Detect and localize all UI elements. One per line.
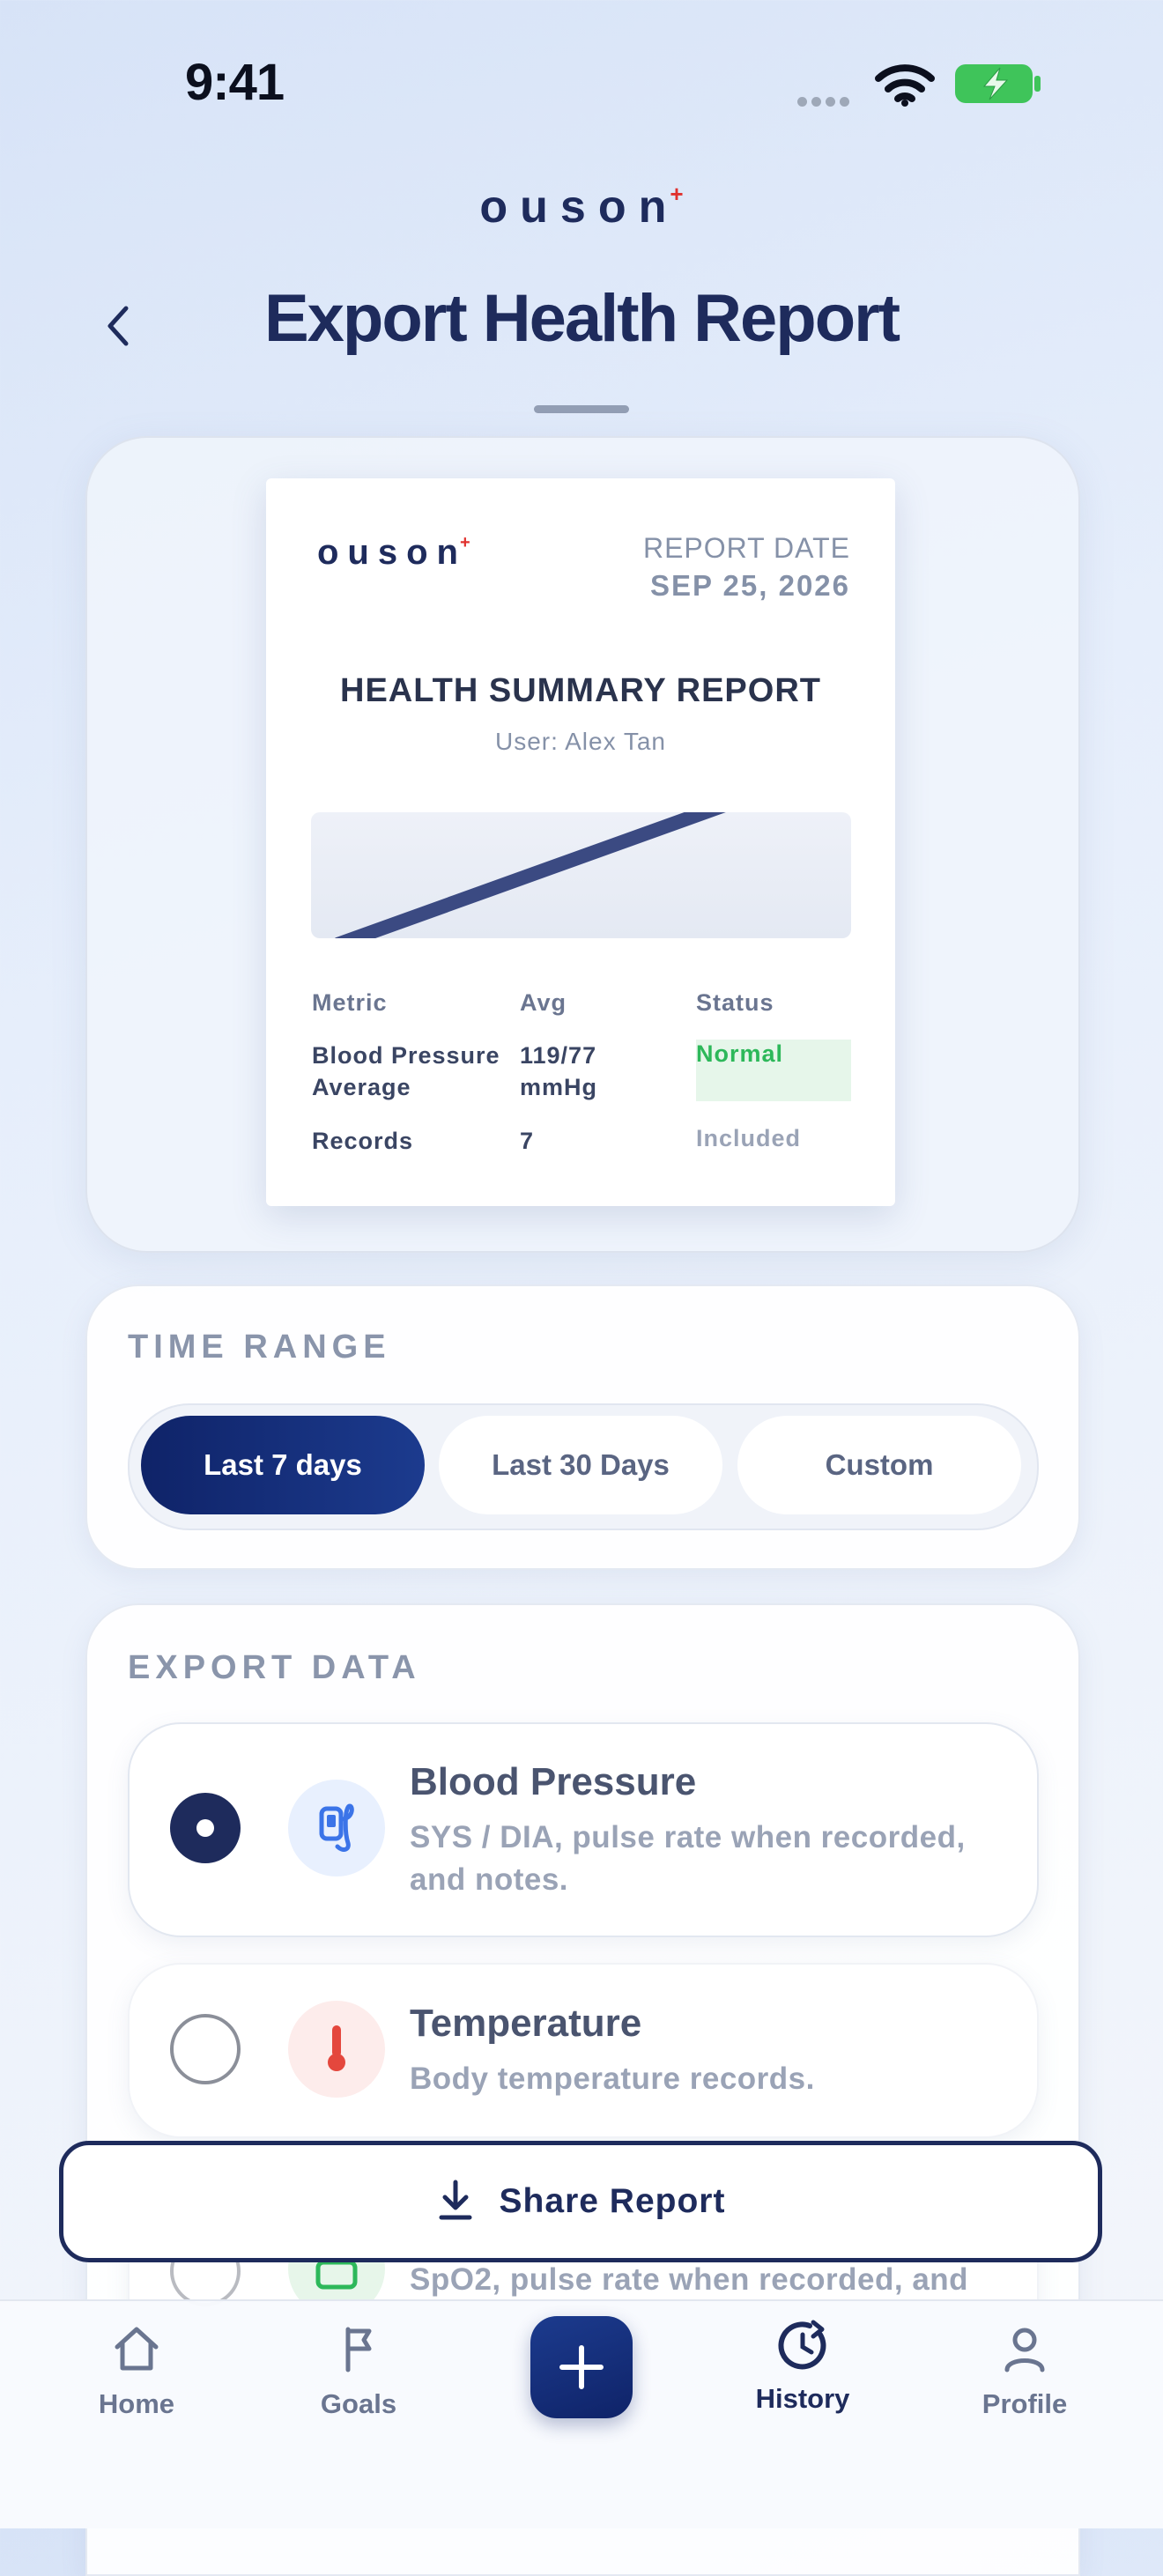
radio-temperature[interactable] (170, 2014, 241, 2084)
thermometer-icon (288, 2001, 385, 2098)
profile-icon (1004, 2328, 1045, 2372)
tab-goals[interactable]: Goals (270, 2324, 447, 2420)
table-header-avg: Avg (520, 989, 567, 1016)
radio-blood-pressure[interactable] (170, 1793, 241, 1863)
status-normal-text: Normal (696, 1040, 784, 1067)
tab-home[interactable]: Home (48, 2324, 225, 2420)
download-icon (439, 2180, 472, 2220)
page-title: Export Health Report (263, 281, 900, 356)
export-option-temperature[interactable] (128, 1963, 1039, 2138)
blood-pressure-cuff-icon (288, 1780, 385, 1876)
option-description: Body temperature records. (410, 2062, 815, 2096)
tab-profile[interactable]: Profile (937, 2324, 1113, 2420)
table-row-records-label: Records (312, 1128, 414, 1154)
share-report-button[interactable]: Share Report (59, 2141, 1102, 2262)
report-user: User: Alex Tan (494, 728, 667, 755)
flag-icon (345, 2327, 372, 2372)
status-time: 9:41 (185, 54, 285, 111)
table-header-metric: Metric (312, 989, 388, 1016)
add-record-button[interactable] (530, 2316, 633, 2418)
cellular-signal-icon (797, 95, 854, 111)
sheet-handle[interactable] (534, 405, 629, 413)
battery-charging-icon (955, 64, 1041, 103)
table-row-metric: Blood Pressure Average (312, 1042, 500, 1100)
report-brand-logo: ouson+ (317, 533, 470, 572)
option-title: Temperature (410, 2002, 642, 2045)
history-icon (778, 2320, 826, 2370)
tab-history[interactable]: History (715, 2319, 891, 2415)
table-row-avg: 119/77 mmHg (520, 1042, 598, 1100)
option-title: Blood Pressure (410, 1760, 697, 1803)
export-data-label: EXPORT DATA (128, 1649, 421, 1686)
home-icon (115, 2327, 159, 2371)
plus-icon (559, 2345, 604, 2389)
time-range-custom[interactable]: Custom (737, 1416, 1021, 1514)
report-date: SEP 25, 2026 (649, 569, 850, 602)
time-range-last-7-days[interactable]: Last 7 days (141, 1416, 425, 1514)
time-range-label: TIME RANGE (128, 1329, 391, 1366)
table-row-records-count: 7 (520, 1128, 535, 1154)
brand-logo: ouson+ (479, 181, 684, 233)
report-trend-chart (311, 812, 851, 938)
wifi-icon (875, 64, 935, 107)
table-header-status: Status (696, 989, 774, 1016)
time-range-last-30-days[interactable]: Last 30 Days (439, 1416, 722, 1514)
trend-line (335, 812, 726, 938)
report-title: HEALTH SUMMARY REPORT (340, 672, 821, 709)
option-description: SYS / DIA, pulse rate when recorded, and… (410, 1820, 966, 1897)
option-description: SpO2, pulse rate when recorded, and (410, 2262, 969, 2297)
status-included-text: Included (696, 1125, 802, 1151)
report-date-label: REPORT DATE (642, 532, 850, 564)
